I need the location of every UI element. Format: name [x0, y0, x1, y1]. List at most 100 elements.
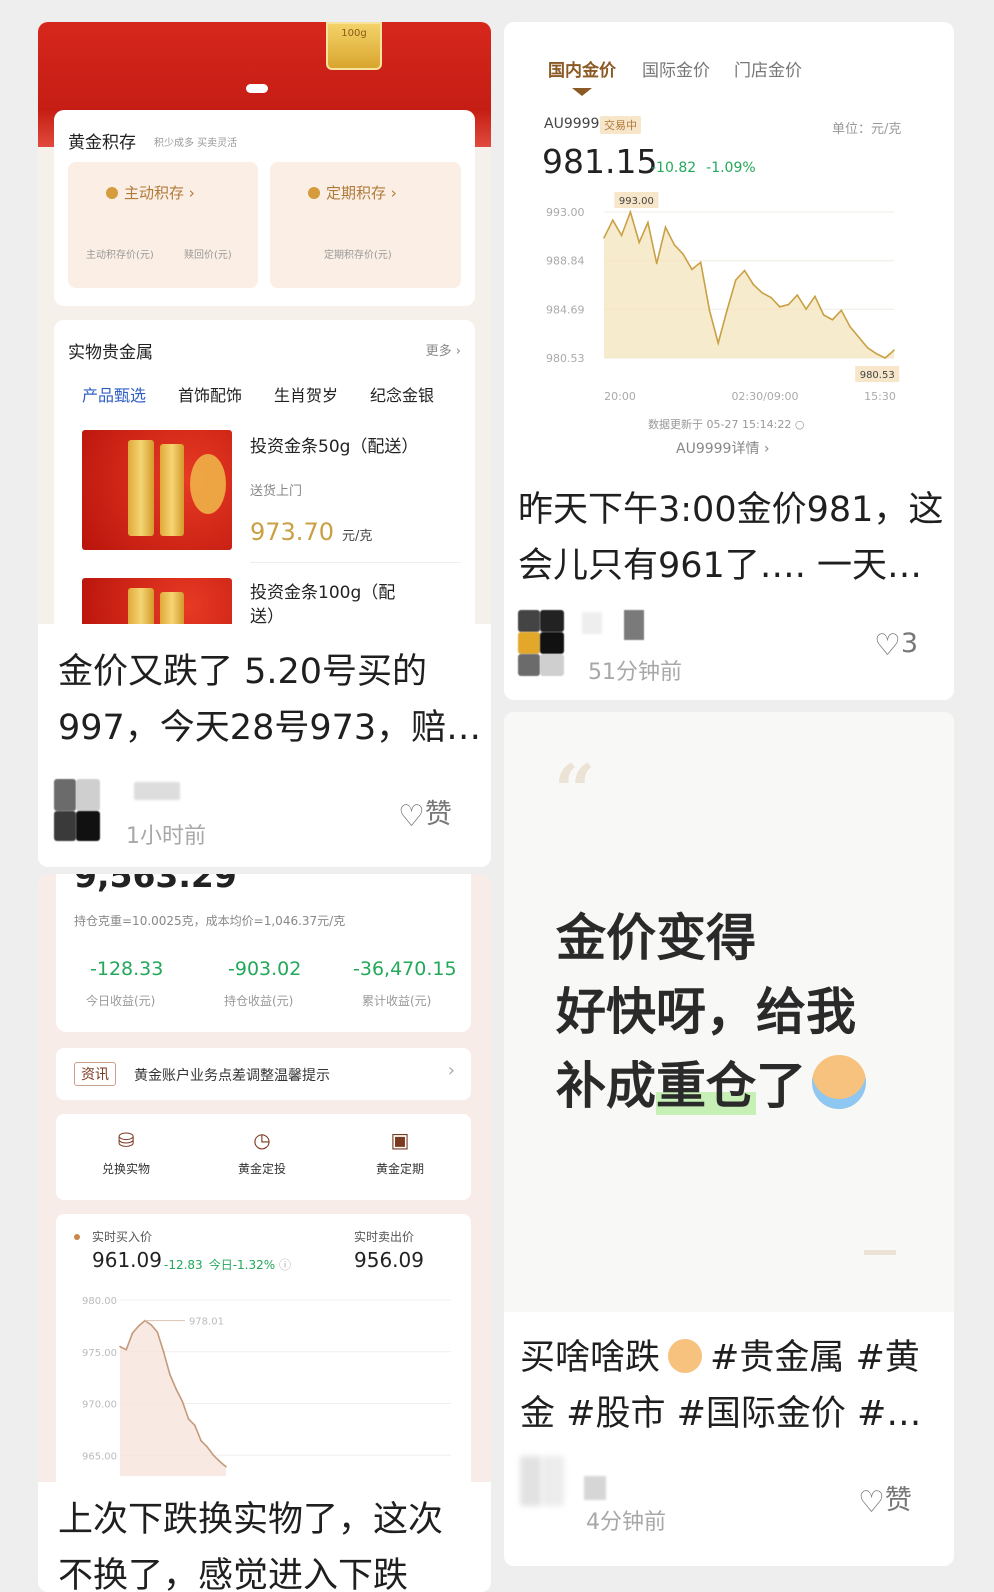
chevron-right-icon: ›: [184, 184, 195, 202]
post3-screenshot: 9,563.29 持仓克重=10.0025克，成本均价=1,046.37元/克 …: [38, 874, 491, 1482]
post-card-2[interactable]: 国内金价 国际金价 门店金价 AU9999 交易中 单位：元/克 981.15 …: [504, 22, 954, 700]
holding-info: 持仓克重=10.0025克，成本均价=1,046.37元/克: [74, 914, 346, 928]
data-point: [664, 226, 667, 229]
y-tick-label: 980.00: [82, 1296, 117, 1307]
current-price: 981.15: [542, 142, 658, 181]
data-point: [752, 283, 755, 286]
y-tick-label: 975.00: [82, 1348, 117, 1359]
buy-price: 961.09: [92, 1248, 162, 1272]
coin-icon: [308, 187, 320, 199]
data-point: [770, 296, 772, 299]
actions-panel: ⛁ 兑换实物 ◷ 黄金定投 ▣ 黄金定期: [56, 1114, 471, 1200]
tab-jewelry[interactable]: 首饰配饰: [178, 382, 242, 406]
like-button[interactable]: ♡3: [874, 628, 918, 663]
product-price: 973.70 元/克: [250, 518, 373, 546]
quote-line2: 好快呀，给我: [556, 983, 856, 1041]
data-point: [796, 294, 799, 296]
post-caption-line2[interactable]: 不换了，感觉进入下跌: [58, 1548, 408, 1592]
data-point: [629, 211, 632, 213]
data-point: [638, 241, 640, 244]
max-annotation: 993.00: [619, 196, 654, 207]
avatar[interactable]: [520, 1456, 564, 1506]
post-card-3[interactable]: 9,563.29 持仓克重=10.0025克，成本均价=1,046.37元/克 …: [38, 874, 491, 1592]
data-point: [218, 1460, 221, 1463]
product-name-line2[interactable]: 送）: [250, 602, 284, 624]
tab-domestic-gold[interactable]: 国内金价: [548, 56, 616, 81]
post-time: 51分钟前: [588, 660, 682, 685]
more-link[interactable]: 更多 ›: [426, 340, 461, 359]
data-point: [156, 1331, 159, 1333]
post-caption-line2[interactable]: 会儿只有961了…. 一天…: [518, 538, 922, 594]
data-point: [726, 309, 728, 312]
physical-metals-title: 实物贵金属: [68, 343, 153, 363]
post1-screenshot: 100g 黄金积存 积少成多 买卖灵活 主动积存 › 主动积存价(元) 赎回价(…: [38, 22, 491, 624]
data-point: [805, 308, 807, 310]
info-icon[interactable]: ⓘ: [275, 1258, 291, 1272]
detail-link[interactable]: AU9999详情 ›: [676, 438, 770, 458]
buy-change: -12.83 今日-1.32% ⓘ: [164, 1258, 291, 1272]
stat-today-label: 今日收益(元): [86, 994, 156, 1008]
coin-icon: [106, 187, 118, 199]
data-updated: 数据更新于 05-27 15:14:22 ○: [648, 418, 805, 431]
gold-term-button[interactable]: ▣ 黄金定期: [362, 1128, 438, 1177]
gold-invest-button[interactable]: ◷ 黄金定投: [224, 1128, 300, 1177]
product-name-line1[interactable]: 投资金条100g（配: [250, 578, 395, 603]
data-point: [131, 1332, 134, 1334]
buy-price-label: 实时买入价: [92, 1230, 153, 1244]
post-caption-line1[interactable]: 昨天下午3:00金价981，这: [518, 482, 943, 538]
tab-commemorative[interactable]: 纪念金银: [370, 382, 434, 406]
physical-metals-panel: 实物贵金属 更多 › 产品甄选 首饰配饰 生肖贺岁 纪念金银 投资金条50g（配…: [54, 320, 475, 624]
data-point: [822, 314, 825, 316]
data-point: [743, 269, 746, 272]
news-bar[interactable]: 资讯 黄金账户业务点差调整温馨提示 ›: [56, 1048, 471, 1100]
active-price-label: 主动积存价(元): [86, 250, 154, 261]
data-point: [735, 279, 737, 281]
avatar[interactable]: [54, 779, 100, 841]
tab-product-select[interactable]: 产品甄选: [82, 382, 146, 406]
gold-bar-icon: [160, 444, 184, 536]
regular-savings-button[interactable]: 定期积存 › 定期积存价(元): [270, 162, 461, 288]
calendar-icon: ▣: [390, 1128, 410, 1152]
refresh-icon[interactable]: ○: [791, 418, 805, 431]
gold-bar-icon: [160, 592, 184, 624]
post-caption-line1[interactable]: 上次下跌换实物了，这次: [58, 1492, 443, 1548]
post-caption-line1[interactable]: 金价又跌了 5.20号买的: [58, 644, 427, 700]
exchange-physical-button[interactable]: ⛁ 兑换实物: [88, 1128, 164, 1177]
data-point: [761, 291, 763, 294]
like-button[interactable]: ♡赞: [858, 1478, 912, 1520]
product-name[interactable]: 投资金条50g（配送）: [250, 432, 418, 457]
data-point: [893, 349, 895, 351]
like-button[interactable]: ♡赞: [398, 792, 452, 834]
post-card-4[interactable]: “ 金价变得 好快呀，给我 补成重仓了 买啥啥跌 #贵金属 #黄 金 #股市 #国…: [504, 712, 954, 1566]
avatar[interactable]: [518, 610, 564, 676]
post2-screenshot: 国内金价 国际金价 门店金价 AU9999 交易中 单位：元/克 981.15 …: [514, 22, 938, 464]
sell-price: 956.09: [354, 1248, 424, 1272]
chevron-right-icon: ›: [386, 184, 397, 202]
post-caption-line1[interactable]: 买啥啥跌 #贵金属 #黄: [520, 1330, 920, 1386]
quote-line3: 补成重仓了: [556, 1046, 866, 1118]
tab-international-gold[interactable]: 国际金价: [642, 56, 710, 81]
realtime-price-panel: 实时买入价 961.09 -12.83 今日-1.32% ⓘ 实时卖出价 956.…: [56, 1214, 471, 1482]
x-tick-label: 02:30/09:00: [731, 390, 798, 403]
data-point: [655, 262, 658, 265]
post-card-1[interactable]: 100g 黄金积存 积少成多 买卖灵活 主动积存 › 主动积存价(元) 赎回价(…: [38, 22, 491, 867]
post-caption-line2[interactable]: 金 #股市 #国际金价 #…: [520, 1386, 921, 1442]
chevron-right-icon: ›: [447, 1060, 455, 1081]
realtime-price-chart[interactable]: 980.00 975.00 970.00 965.00 978.01: [56, 1286, 471, 1482]
username-redacted: [624, 610, 644, 640]
y-tick-label: 988.84: [546, 255, 585, 268]
active-savings-button[interactable]: 主动积存 › 主动积存价(元) 赎回价(元): [68, 162, 258, 288]
data-point: [119, 1345, 121, 1348]
stat-holding-value: -903.02: [228, 958, 302, 980]
tab-zodiac[interactable]: 生肖贺岁: [274, 382, 338, 406]
gold-savings-panel: 黄金积存 积少成多 买卖灵活 主动积存 › 主动积存价(元) 赎回价(元) 定期…: [54, 110, 475, 306]
highlight: 重仓: [656, 1057, 756, 1115]
data-point: [200, 1440, 202, 1442]
gold-price-chart[interactable]: 993.00 988.84 984.69 980.53 20:00 02:30/09:00…: [514, 182, 938, 412]
post-time: 1小时前: [126, 824, 206, 849]
data-point: [175, 1388, 177, 1390]
holdings-panel: 9,563.29 持仓克重=10.0025克，成本均价=1,046.37元/克 …: [56, 874, 471, 1032]
tab-store-gold[interactable]: 门店金价: [734, 56, 802, 81]
post-caption-line2[interactable]: 997，今天28号973，赔…: [58, 700, 481, 756]
heart-icon: ♡: [858, 1485, 885, 1520]
